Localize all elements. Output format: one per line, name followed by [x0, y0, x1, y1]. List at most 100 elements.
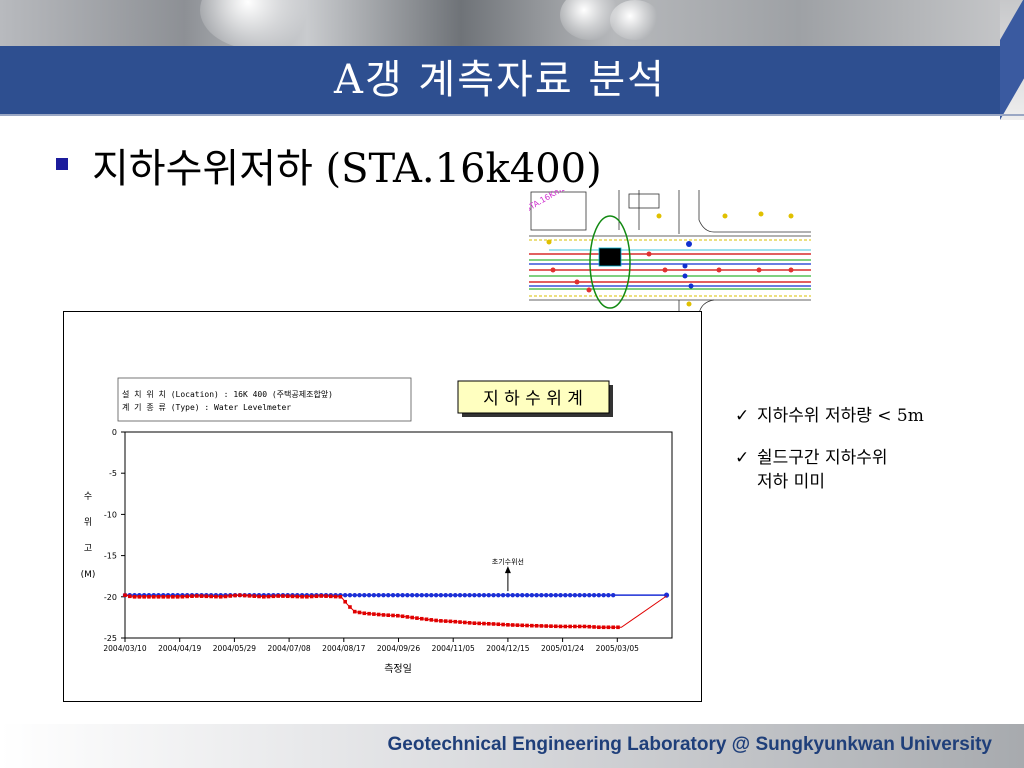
series-red-point: [429, 618, 434, 622]
chart-info-location: 설 치 위 치 (Location) : 16K 400 (주택공제조합앞): [122, 389, 333, 399]
check-icon: ✓: [735, 406, 750, 426]
series-blue-point: [371, 592, 377, 598]
note-text: 쉴드구간 지하수위: [757, 448, 888, 468]
series-red-point: [333, 594, 338, 599]
series-blue-point: [386, 592, 391, 598]
note-item: ✓ 지하수위 저하량 < 5m: [735, 404, 924, 428]
series-blue-point: [381, 592, 386, 598]
series-red-point: [271, 594, 276, 599]
series-blue-point: [342, 592, 348, 598]
series-blue-point: [567, 592, 573, 598]
series-red-point: [309, 594, 314, 599]
series-blue-point: [467, 592, 472, 598]
series-red-point: [616, 625, 620, 630]
series-blue-point: [572, 592, 578, 598]
series-red-point: [132, 595, 137, 599]
series-red-point: [324, 594, 328, 598]
series-blue-point: [496, 592, 501, 598]
series-red-point: [501, 622, 505, 627]
series-red-point: [606, 625, 611, 630]
header-photo: [0, 0, 1024, 46]
series-blue-point: [543, 592, 549, 598]
series-blue-point: [362, 592, 367, 598]
series-red-point: [223, 594, 228, 599]
header-accent: [1000, 0, 1024, 121]
series-blue-point: [476, 592, 482, 598]
series-red-point: [491, 622, 496, 626]
series-red-point: [515, 623, 520, 627]
series-red-point: [338, 594, 343, 599]
chart-frame: 설 치 위 치 (Location) : 16K 400 (주택공제조합앞) 계…: [63, 311, 702, 702]
series-red-point: [180, 594, 185, 599]
series-red-point: [156, 595, 161, 599]
series-red-point: [348, 605, 352, 609]
series-red-point: [419, 616, 424, 621]
series-blue-point: [409, 592, 415, 598]
series-red-point: [204, 594, 209, 599]
series-blue-point: [563, 592, 568, 598]
y-axis-label-char: 고: [84, 544, 92, 554]
series-blue-point: [414, 592, 420, 598]
title-divider: [0, 114, 1024, 116]
series-red-point: [233, 593, 237, 598]
y-tick-label: -5: [109, 469, 117, 478]
series-blue-point: [486, 592, 491, 598]
series-red-point: [142, 595, 146, 599]
series-red-point: [238, 593, 242, 598]
x-tick-label: 2004/07/08: [267, 644, 310, 653]
series-red-point: [448, 619, 453, 624]
series-red-point: [319, 594, 324, 598]
series-red-point: [376, 612, 381, 617]
series-blue-point: [462, 592, 468, 598]
chart-info-box: [117, 377, 412, 422]
series-blue-point: [438, 592, 444, 598]
series-blue-point: [577, 592, 582, 598]
y-tick-label: 0: [112, 428, 117, 437]
series-red-point: [266, 594, 271, 599]
series-red-point: [410, 615, 414, 620]
series-red-point: [525, 623, 529, 628]
series-red-point: [161, 595, 166, 599]
series-blue-point: [601, 592, 606, 598]
series-red-point: [252, 594, 257, 598]
series-red-point: [601, 625, 606, 630]
series-red-point: [329, 594, 333, 599]
series-red-point: [386, 613, 391, 617]
series-blue-point: [596, 592, 602, 598]
series-red-point: [506, 623, 510, 627]
slide-title: A갱 계측자료 분석: [334, 57, 666, 103]
series-red-point: [582, 624, 587, 629]
y-tick-label: -15: [104, 552, 117, 561]
series-blue-point: [520, 592, 525, 598]
series-blue-point: [591, 592, 597, 598]
series-red-point: [463, 620, 467, 625]
x-tick-label: 2004/11/05: [432, 644, 475, 653]
series-red-point: [496, 622, 501, 627]
series-blue-point: [443, 592, 448, 598]
series-blue-point: [505, 592, 511, 598]
y-axis-label: 수위고 (M): [81, 491, 96, 580]
series-red-point: [544, 624, 548, 628]
series-red-point: [530, 623, 534, 628]
series-blue-point: [553, 592, 558, 598]
series-red-point: [577, 624, 582, 629]
series-blue-point: [606, 592, 611, 598]
series-red-point: [285, 594, 290, 599]
series-blue-point: [491, 592, 496, 598]
y-tick-label: -10: [104, 510, 117, 519]
series-red-point: [482, 621, 486, 626]
series-blue-point: [357, 592, 362, 598]
series-red-point: [228, 594, 233, 598]
x-axis-label: 측정일: [384, 663, 412, 675]
series-blue-point: [400, 592, 405, 598]
x-tick-label: 2004/12/15: [486, 644, 529, 653]
series-red-point: [281, 594, 285, 598]
bullet-icon: [56, 158, 68, 170]
series-red-point: [357, 610, 362, 615]
note-item: ✓ 쉴드구간 지하수위 저하 미미: [735, 446, 924, 494]
series-red-point: [558, 624, 563, 629]
series-blue-point: [500, 592, 506, 598]
series-blue-point: [395, 592, 401, 598]
series-red-point: [185, 594, 190, 599]
series-red-point: [300, 594, 304, 599]
